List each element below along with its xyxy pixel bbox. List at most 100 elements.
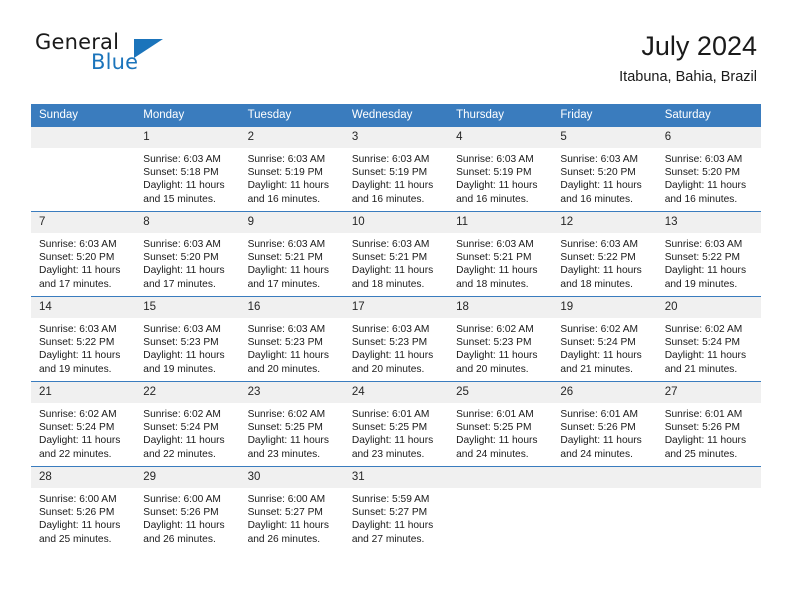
daylight-text-line2: and 18 minutes.	[560, 278, 633, 290]
page-header: General Blue July 2024 Itabuna, Bahia, B…	[35, 30, 757, 90]
daylight-text-line1: Daylight: 11 hours	[456, 265, 538, 277]
calendar-day-cell[interactable]: 17 Sunrise: 6:03 AM Sunset: 5:23 PM Dayligh…	[343, 296, 449, 382]
daylight-text-line2: and 21 minutes.	[560, 363, 633, 375]
calendar-day-cell[interactable]: 3 Sunrise: 6:03 AM Sunset: 5:19 PM Daylight…	[343, 126, 449, 212]
calendar-day-cell[interactable]: 25 Sunrise: 6:01 AM Sunset: 5:25 PM Dayligh…	[448, 381, 553, 467]
day-number: 31	[343, 467, 449, 488]
calendar-day-cell[interactable]: 19 Sunrise: 6:02 AM Sunset: 5:24 PM Dayligh…	[552, 296, 657, 382]
day-details: Sunrise: 6:01 AM Sunset: 5:26 PM Daylight:…	[552, 403, 656, 461]
calendar-week-row: 1 Sunrise: 6:03 AM Sunset: 5:18 PM Daylight…	[31, 126, 761, 212]
day-number: 14	[31, 297, 136, 318]
sunrise-text: Sunrise: 6:03 AM	[39, 239, 117, 250]
calendar-cell-empty	[552, 466, 657, 551]
calendar-body: 1 Sunrise: 6:03 AM Sunset: 5:18 PM Daylight…	[31, 126, 761, 551]
calendar-day-cell[interactable]: 27 Sunrise: 6:01 AM Sunset: 5:26 PM Dayligh…	[656, 381, 761, 467]
weekday-header-saturday: Saturday	[656, 104, 761, 127]
calendar-day-cell[interactable]: 16 Sunrise: 6:03 AM Sunset: 5:23 PM Dayligh…	[239, 296, 344, 382]
sunrise-text: Sunrise: 6:00 AM	[39, 494, 117, 505]
calendar-page: General Blue July 2024 Itabuna, Bahia, B…	[0, 0, 792, 612]
calendar-day-cell[interactable]: 30 Sunrise: 6:00 AM Sunset: 5:27 PM Dayligh…	[239, 466, 344, 551]
calendar-day-cell[interactable]: 29 Sunrise: 6:00 AM Sunset: 5:26 PM Dayligh…	[135, 466, 240, 551]
calendar-day-cell[interactable]: 13 Sunrise: 6:03 AM Sunset: 5:22 PM Dayligh…	[656, 211, 761, 297]
daylight-text-line2: and 17 minutes.	[143, 278, 216, 290]
daylight-text-line2: and 25 minutes.	[39, 533, 112, 545]
sunrise-text: Sunrise: 6:01 AM	[560, 409, 638, 420]
calendar-header-row: Sunday Monday Tuesday Wednesday Thursday…	[31, 104, 761, 127]
sunset-text: Sunset: 5:21 PM	[351, 252, 428, 264]
calendar-day-cell[interactable]: 11 Sunrise: 6:03 AM Sunset: 5:21 PM Dayligh…	[448, 211, 553, 297]
daylight-text-line2: and 19 minutes.	[39, 363, 112, 375]
calendar-day-cell[interactable]: 23 Sunrise: 6:02 AM Sunset: 5:25 PM Dayligh…	[239, 381, 344, 467]
day-details: Sunrise: 6:03 AM Sunset: 5:23 PM Daylight:…	[344, 318, 448, 376]
calendar-day-cell[interactable]: 6 Sunrise: 6:03 AM Sunset: 5:20 PM Daylight…	[656, 126, 761, 212]
sunset-text: Sunset: 5:26 PM	[143, 507, 219, 519]
brand-logo[interactable]: General Blue	[35, 30, 265, 86]
day-details: Sunrise: 6:03 AM Sunset: 5:21 PM Daylight:…	[448, 233, 552, 291]
calendar-day-cell[interactable]: 1 Sunrise: 6:03 AM Sunset: 5:18 PM Daylight…	[135, 126, 240, 212]
daylight-text-line2: and 23 minutes.	[351, 448, 425, 460]
sunrise-text: Sunrise: 6:02 AM	[143, 409, 221, 420]
calendar-day-cell[interactable]: 21 Sunrise: 6:02 AM Sunset: 5:24 PM Dayligh…	[31, 381, 136, 467]
calendar-day-cell[interactable]: 31 Sunrise: 5:59 AM Sunset: 5:27 PM Dayligh…	[343, 466, 449, 551]
calendar-day-cell[interactable]: 26 Sunrise: 6:01 AM Sunset: 5:26 PM Dayligh…	[552, 381, 657, 467]
daylight-text-line1: Daylight: 11 hours	[351, 520, 434, 532]
daylight-text-line2: and 24 minutes.	[456, 448, 529, 460]
day-details: Sunrise: 6:00 AM Sunset: 5:26 PM Daylight:…	[135, 488, 239, 546]
calendar-day-cell[interactable]: 4 Sunrise: 6:03 AM Sunset: 5:19 PM Daylight…	[448, 126, 553, 212]
daylight-text-line2: and 22 minutes.	[143, 448, 216, 460]
daylight-text-line2: and 27 minutes.	[351, 533, 425, 545]
day-details: Sunrise: 6:03 AM Sunset: 5:20 PM Daylight:…	[657, 148, 761, 206]
daylight-text-line2: and 17 minutes.	[39, 278, 112, 290]
sunset-text: Sunset: 5:19 PM	[247, 167, 323, 179]
daylight-text-line2: and 16 minutes.	[456, 193, 529, 205]
day-number: 23	[239, 382, 344, 403]
calendar-day-cell[interactable]: 22 Sunrise: 6:02 AM Sunset: 5:24 PM Dayligh…	[135, 381, 240, 467]
calendar-day-cell[interactable]: 15 Sunrise: 6:03 AM Sunset: 5:23 PM Dayligh…	[135, 296, 240, 382]
weekday-header-wednesday: Wednesday	[343, 104, 449, 127]
calendar-day-cell[interactable]: 28 Sunrise: 6:00 AM Sunset: 5:26 PM Dayligh…	[31, 466, 136, 551]
sunrise-text: Sunrise: 6:01 AM	[456, 409, 534, 420]
sunrise-text: Sunrise: 6:03 AM	[247, 154, 326, 165]
daylight-text-line1: Daylight: 11 hours	[664, 265, 747, 277]
sunset-text: Sunset: 5:20 PM	[664, 167, 741, 179]
day-details: Sunrise: 6:03 AM Sunset: 5:23 PM Daylight:…	[240, 318, 344, 376]
calendar-cell-empty	[31, 126, 136, 212]
daylight-text-line1: Daylight: 11 hours	[143, 180, 225, 192]
daylight-text-line2: and 22 minutes.	[39, 448, 112, 460]
sunset-text: Sunset: 5:22 PM	[664, 252, 741, 264]
daylight-text-line1: Daylight: 11 hours	[560, 350, 642, 362]
daylight-text-line1: Daylight: 11 hours	[247, 520, 329, 532]
sunset-text: Sunset: 5:25 PM	[456, 422, 532, 434]
daylight-text-line1: Daylight: 11 hours	[560, 180, 642, 192]
day-details: Sunrise: 6:03 AM Sunset: 5:19 PM Daylight:…	[448, 148, 552, 206]
triangle-icon	[134, 39, 163, 58]
weekday-header-sunday: Sunday	[31, 104, 136, 127]
calendar-day-cell[interactable]: 24 Sunrise: 6:01 AM Sunset: 5:25 PM Dayligh…	[343, 381, 449, 467]
day-number: 30	[239, 467, 344, 488]
calendar-day-cell[interactable]: 2 Sunrise: 6:03 AM Sunset: 5:19 PM Daylight…	[239, 126, 344, 212]
day-number: 6	[656, 127, 761, 148]
calendar-day-cell[interactable]: 7 Sunrise: 6:03 AM Sunset: 5:20 PM Daylight…	[31, 211, 136, 297]
day-details: Sunrise: 6:03 AM Sunset: 5:21 PM Daylight:…	[344, 233, 448, 291]
calendar-day-cell[interactable]: 20 Sunrise: 6:02 AM Sunset: 5:24 PM Dayligh…	[656, 296, 761, 382]
sunrise-text: Sunrise: 5:59 AM	[351, 494, 430, 505]
daylight-text-line1: Daylight: 11 hours	[247, 180, 329, 192]
calendar-day-cell[interactable]: 12 Sunrise: 6:03 AM Sunset: 5:22 PM Dayligh…	[552, 211, 657, 297]
daylight-text-line2: and 20 minutes.	[351, 363, 425, 375]
sunrise-text: Sunrise: 6:03 AM	[143, 154, 221, 165]
calendar-day-cell[interactable]: 9 Sunrise: 6:03 AM Sunset: 5:21 PM Daylight…	[239, 211, 344, 297]
day-details: Sunrise: 6:02 AM Sunset: 5:24 PM Daylight:…	[552, 318, 656, 376]
day-details: Sunrise: 6:02 AM Sunset: 5:24 PM Daylight:…	[135, 403, 239, 461]
sunset-text: Sunset: 5:26 PM	[560, 422, 636, 434]
daylight-text-line1: Daylight: 11 hours	[39, 350, 121, 362]
calendar-day-cell[interactable]: 14 Sunrise: 6:03 AM Sunset: 5:22 PM Dayligh…	[31, 296, 136, 382]
day-details: Sunrise: 6:03 AM Sunset: 5:19 PM Daylight:…	[344, 148, 448, 206]
calendar-day-cell[interactable]: 5 Sunrise: 6:03 AM Sunset: 5:20 PM Daylight…	[552, 126, 657, 212]
calendar-day-cell[interactable]: 18 Sunrise: 6:02 AM Sunset: 5:23 PM Dayligh…	[448, 296, 553, 382]
calendar-cell-empty	[448, 466, 553, 551]
calendar-day-cell[interactable]: 8 Sunrise: 6:03 AM Sunset: 5:20 PM Daylight…	[135, 211, 240, 297]
calendar-day-cell[interactable]: 10 Sunrise: 6:03 AM Sunset: 5:21 PM Dayligh…	[343, 211, 449, 297]
day-details: Sunrise: 6:02 AM Sunset: 5:24 PM Daylight:…	[31, 403, 135, 461]
daylight-text-line1: Daylight: 11 hours	[39, 265, 121, 277]
daylight-text-line1: Daylight: 11 hours	[247, 265, 329, 277]
